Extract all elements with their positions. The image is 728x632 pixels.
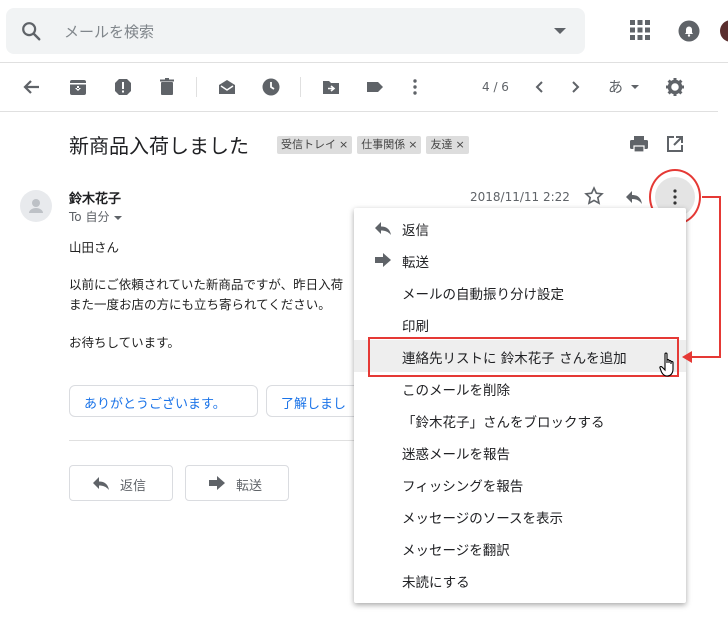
smart-reply-thanks[interactable]: ありがとうございます。 bbox=[69, 385, 258, 417]
message-toolbar: 4 / 6 あ bbox=[0, 63, 728, 111]
search-options-icon[interactable] bbox=[554, 28, 566, 34]
settings-gear-icon[interactable] bbox=[665, 77, 685, 97]
toolbar-separator bbox=[300, 77, 301, 97]
menu-item-label: 迷惑メールを報告 bbox=[402, 447, 510, 463]
menu-item-report-spam[interactable]: 迷惑メールを報告 bbox=[354, 436, 686, 468]
sender-name: 鈴木花子 bbox=[69, 192, 122, 207]
forward-label: 転送 bbox=[236, 479, 263, 494]
open-in-new-window-icon[interactable] bbox=[665, 134, 685, 154]
reply-label: 返信 bbox=[120, 479, 147, 494]
email-date: 2018/11/11 2:22 bbox=[470, 190, 570, 204]
email-body-line: お待ちしています。 bbox=[69, 335, 180, 350]
menu-item-translate[interactable]: メッセージを翻訳 bbox=[354, 532, 686, 564]
account-avatar[interactable] bbox=[720, 20, 728, 42]
email-body-line: 以前にご依頼されていた新商品ですが、昨日入荷 bbox=[69, 277, 344, 292]
forward-button[interactable]: 転送 bbox=[185, 465, 289, 501]
search-box[interactable]: メールを検索 bbox=[6, 8, 585, 54]
more-options-menu: 返信 転送 メールの自動振り分け設定 印刷 連絡先リストに 鈴木花子 さんを追加… bbox=[354, 208, 686, 603]
label-icon[interactable] bbox=[365, 77, 385, 97]
notifications-icon[interactable] bbox=[678, 20, 700, 42]
sender-avatar[interactable] bbox=[20, 190, 52, 222]
annotation-highlight-box bbox=[368, 337, 679, 377]
top-bar: メールを検索 bbox=[0, 0, 728, 62]
chevron-down-icon[interactable] bbox=[631, 85, 639, 89]
reply-icon bbox=[375, 222, 391, 235]
search-icon[interactable] bbox=[20, 20, 42, 42]
reply-button[interactable]: 返信 bbox=[69, 465, 173, 501]
toolbar-separator bbox=[196, 77, 197, 97]
menu-item-label: メールの自動振り分け設定 bbox=[402, 287, 564, 303]
previous-chevron-icon[interactable] bbox=[530, 77, 550, 97]
star-icon[interactable] bbox=[584, 186, 604, 206]
divider bbox=[0, 111, 718, 112]
email-body-line: また一度お店の方にも立ち寄られてください。 bbox=[69, 297, 331, 312]
menu-item-label: メッセージのソースを表示 bbox=[402, 511, 564, 527]
remove-label-icon[interactable]: × bbox=[408, 138, 417, 151]
remove-label-icon[interactable]: × bbox=[339, 138, 348, 151]
pager-count: 4 / 6 bbox=[482, 80, 509, 94]
hand-pointer-cursor-icon bbox=[659, 352, 674, 377]
menu-item-print[interactable]: 印刷 bbox=[354, 308, 686, 340]
label-list: 受信トレイ × 仕事関係 × 友達 × bbox=[277, 136, 469, 154]
smart-reply-understood[interactable]: 了解しまし bbox=[266, 385, 366, 417]
menu-item-show-original[interactable]: メッセージのソースを表示 bbox=[354, 500, 686, 532]
divider bbox=[69, 440, 359, 441]
remove-label-icon[interactable]: × bbox=[455, 138, 464, 151]
menu-item-label: 印刷 bbox=[402, 319, 429, 335]
next-chevron-icon[interactable] bbox=[565, 77, 585, 97]
search-input[interactable]: メールを検索 bbox=[64, 21, 154, 42]
forward-icon bbox=[209, 476, 225, 490]
menu-item-label: 返信 bbox=[402, 223, 429, 239]
menu-item-forward[interactable]: 転送 bbox=[354, 244, 686, 276]
mark-unread-icon[interactable] bbox=[217, 77, 237, 97]
recipient-details[interactable]: To 自分 bbox=[69, 208, 123, 225]
person-icon bbox=[29, 199, 43, 213]
menu-item-filter[interactable]: メールの自動振り分け設定 bbox=[354, 276, 686, 308]
report-spam-icon[interactable] bbox=[113, 77, 133, 97]
label-chip-inbox[interactable]: 受信トレイ × bbox=[277, 136, 353, 154]
menu-item-label: 未読にする bbox=[402, 575, 470, 591]
email-subject: 新商品入荷しました bbox=[69, 134, 249, 158]
label-chip-work[interactable]: 仕事関係 × bbox=[357, 136, 422, 154]
input-tools-button[interactable]: あ bbox=[608, 76, 623, 97]
back-arrow-icon[interactable] bbox=[22, 77, 42, 97]
forward-icon bbox=[375, 253, 391, 267]
email-body-line: 山田さん bbox=[69, 240, 120, 255]
menu-item-label: 転送 bbox=[402, 255, 429, 271]
menu-item-label: 「鈴木花子」さんをブロックする bbox=[402, 415, 605, 431]
more-vertical-icon[interactable] bbox=[405, 77, 425, 97]
reply-icon bbox=[93, 477, 109, 490]
reply-icon[interactable] bbox=[624, 187, 644, 207]
label-chip-friends[interactable]: 友達 × bbox=[426, 136, 469, 154]
print-icon[interactable] bbox=[629, 134, 649, 154]
menu-item-label: メッセージを翻訳 bbox=[402, 543, 510, 559]
menu-item-report-phishing[interactable]: フィッシングを報告 bbox=[354, 468, 686, 500]
menu-item-label: このメールを削除 bbox=[402, 383, 510, 399]
chevron-down-icon[interactable] bbox=[114, 215, 123, 220]
menu-item-block[interactable]: 「鈴木花子」さんをブロックする bbox=[354, 404, 686, 436]
menu-item-label: フィッシングを報告 bbox=[402, 479, 524, 495]
archive-icon[interactable] bbox=[68, 77, 88, 97]
apps-grid-icon[interactable] bbox=[629, 19, 651, 41]
menu-item-mark-unread[interactable]: 未読にする bbox=[354, 564, 686, 596]
menu-item-reply[interactable]: 返信 bbox=[354, 212, 686, 244]
snooze-clock-icon[interactable] bbox=[261, 77, 281, 97]
delete-icon[interactable] bbox=[157, 77, 177, 97]
move-to-icon[interactable] bbox=[321, 77, 341, 97]
